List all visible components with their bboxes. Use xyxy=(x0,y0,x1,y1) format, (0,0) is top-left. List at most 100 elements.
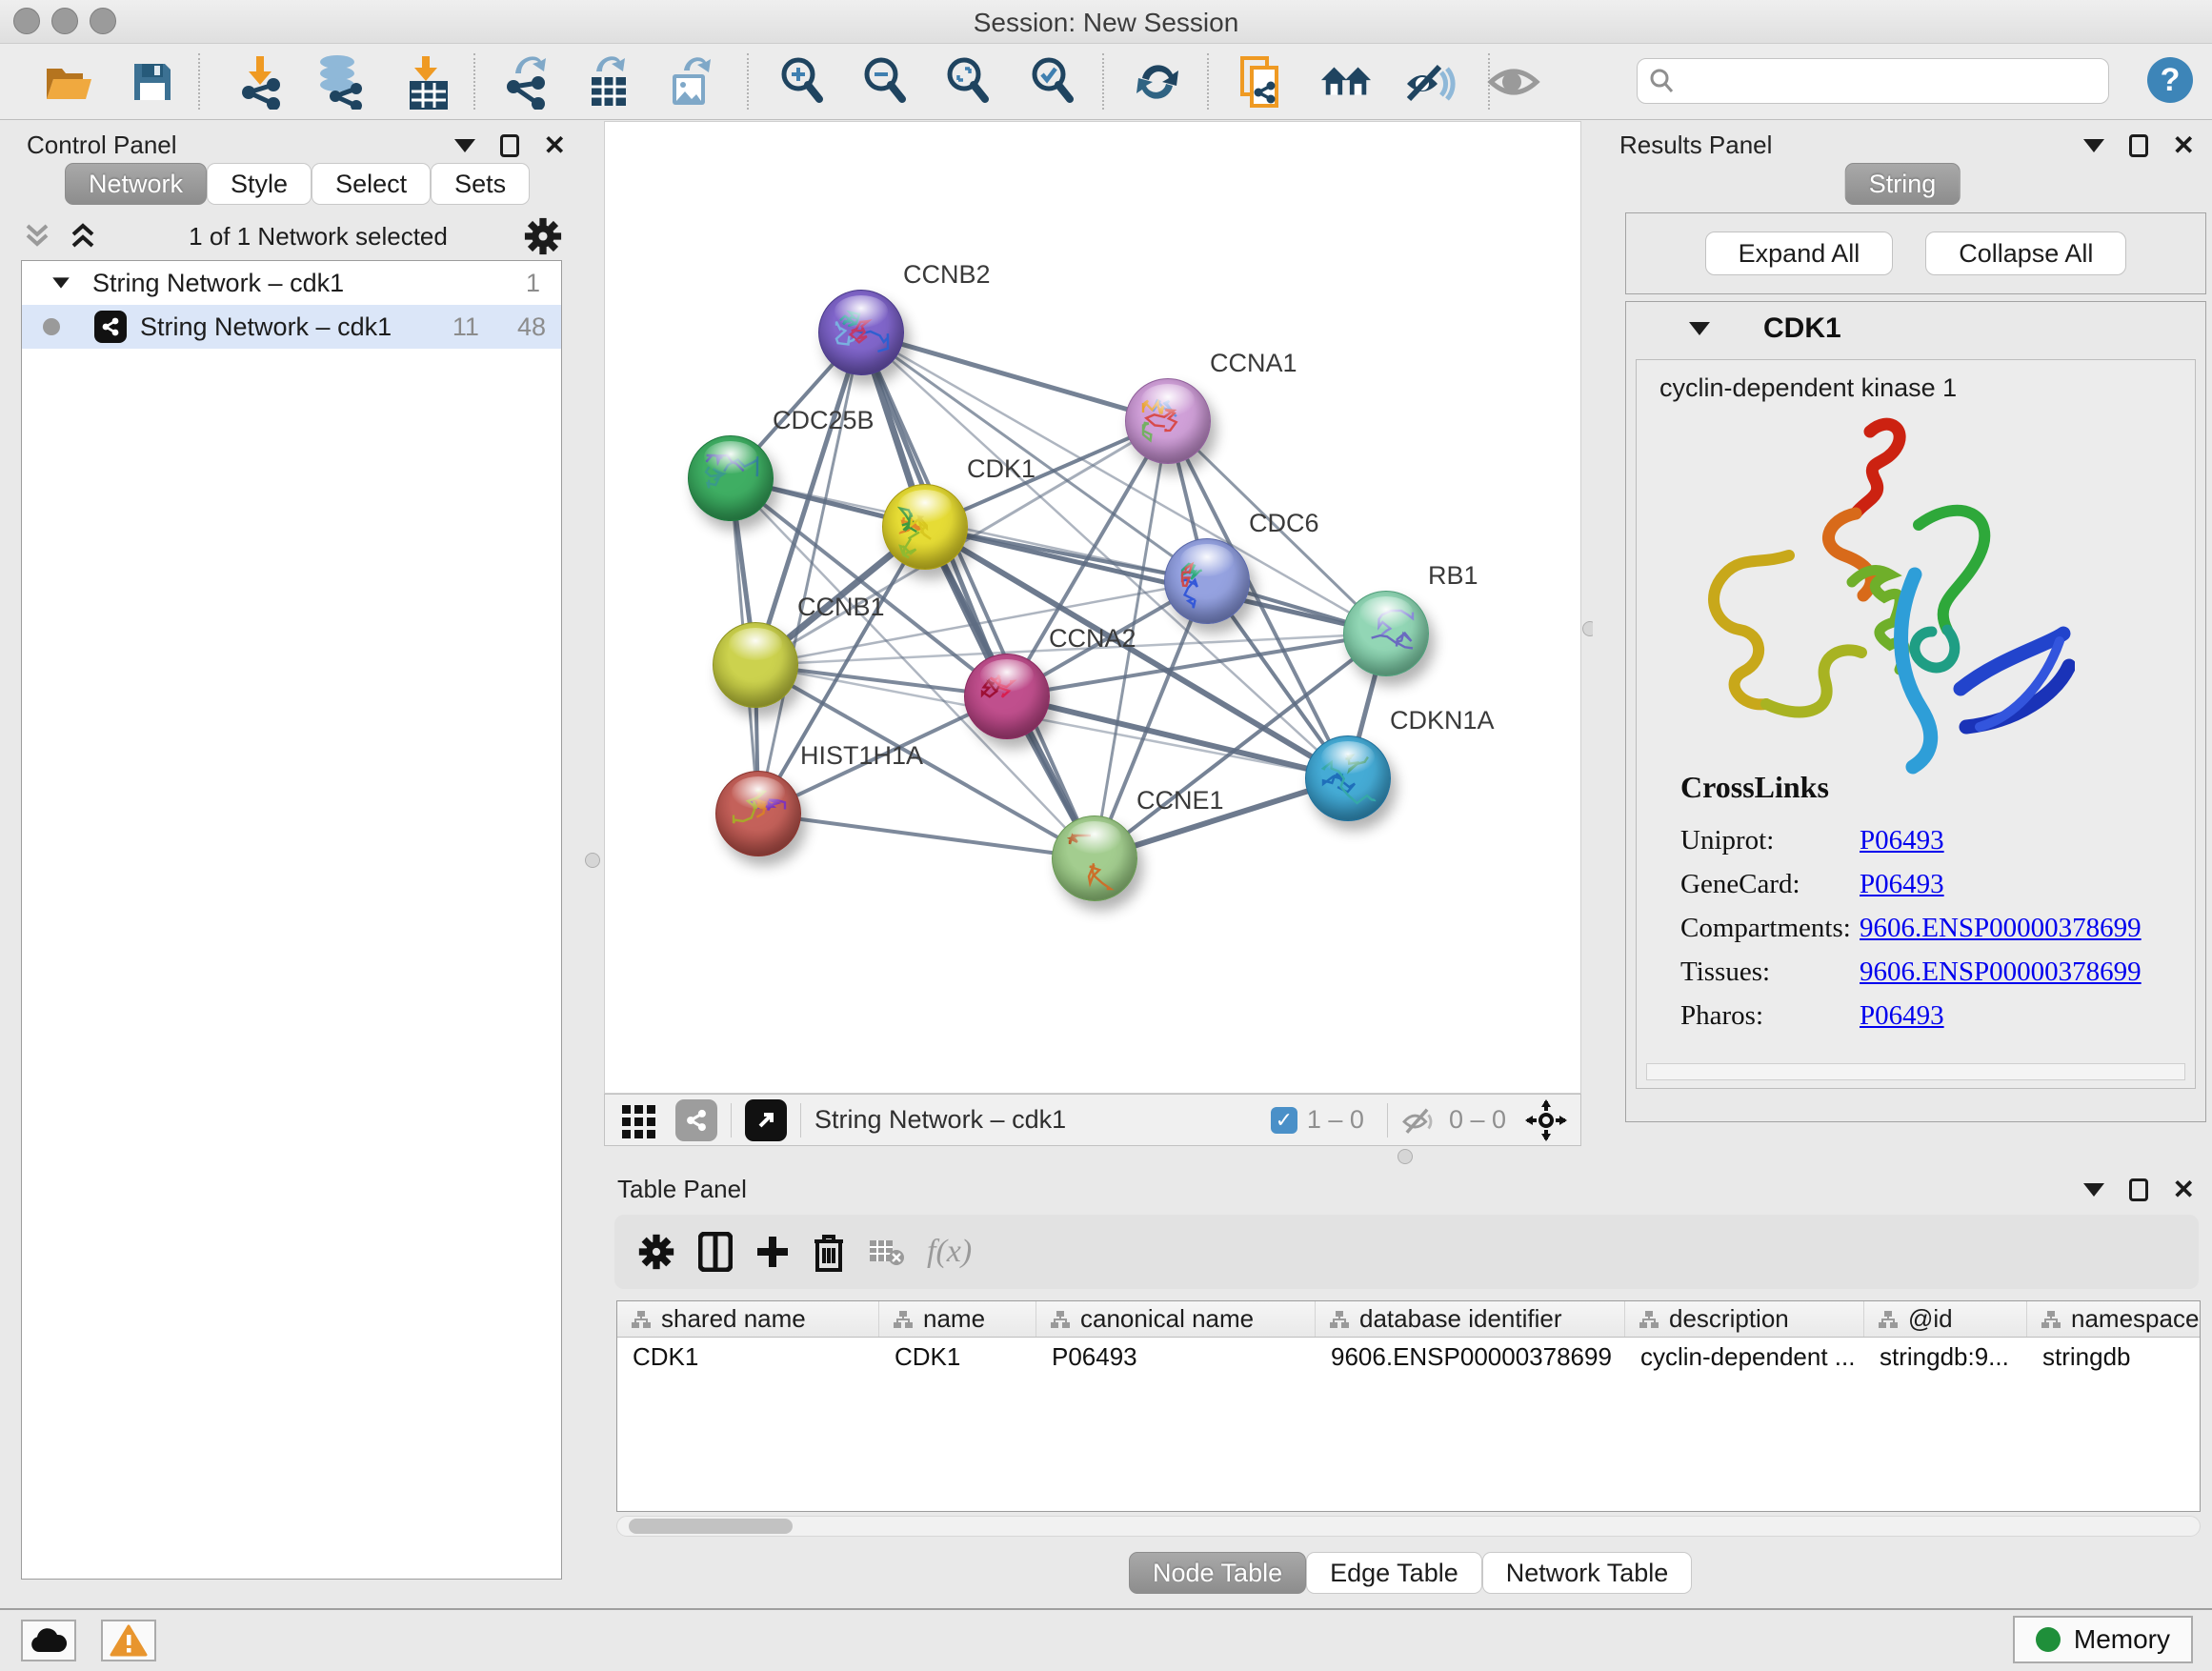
node-CDK1[interactable] xyxy=(882,484,968,570)
column-header-sharedname[interactable]: shared name xyxy=(617,1301,879,1337)
table-cell[interactable]: CDK1 xyxy=(879,1338,1036,1376)
panel-menu-icon[interactable] xyxy=(454,139,475,152)
tab-network-table[interactable]: Network Table xyxy=(1482,1552,1693,1594)
export-network-icon[interactable] xyxy=(500,55,553,109)
export-table-icon[interactable] xyxy=(582,55,635,109)
scrollbar-thumb[interactable] xyxy=(629,1519,793,1534)
edge-CCNB2-RB1[interactable] xyxy=(861,332,1386,634)
show-columns-icon[interactable] xyxy=(698,1232,733,1272)
node-CCNA2[interactable] xyxy=(964,654,1050,739)
table-row[interactable]: CDK1CDK1P064939606.ENSP00000378699cyclin… xyxy=(617,1338,2200,1376)
node-CCNE1[interactable] xyxy=(1052,815,1137,901)
expand-all-icon[interactable] xyxy=(67,222,99,251)
column-header-name[interactable]: name xyxy=(879,1301,1036,1337)
column-header-description[interactable]: description xyxy=(1625,1301,1864,1337)
tab-network[interactable]: Network xyxy=(65,163,207,205)
close-panel-icon[interactable]: ✕ xyxy=(544,134,566,157)
zoom-in-icon[interactable] xyxy=(775,55,829,109)
home-icon[interactable] xyxy=(1319,55,1373,109)
detach-view-icon[interactable] xyxy=(745,1099,787,1141)
float-panel-icon[interactable] xyxy=(2129,1178,2148,1201)
refresh-icon[interactable] xyxy=(1131,55,1184,109)
column-header-databaseidentifier[interactable]: database identifier xyxy=(1316,1301,1625,1337)
crosslink-row: Uniprot:P06493 xyxy=(1680,818,2142,862)
node-CCNA1[interactable] xyxy=(1125,378,1211,464)
show-all-icon[interactable] xyxy=(1487,55,1540,109)
network-canvas[interactable]: CCNB2CCNA1CDC25BCDK1CDC6RB1CCNB1CCNA2CDK… xyxy=(604,121,1581,1094)
protein-disclosure-icon[interactable] xyxy=(1689,322,1710,335)
node-RB1[interactable] xyxy=(1343,591,1429,676)
table-cell[interactable]: stringdb xyxy=(2027,1338,2201,1376)
table-cell[interactable]: P06493 xyxy=(1036,1338,1316,1376)
network-row[interactable]: String Network – cdk1 11 48 xyxy=(22,305,561,349)
cloud-status-button[interactable] xyxy=(21,1620,76,1661)
close-panel-icon[interactable]: ✕ xyxy=(2173,134,2195,157)
copy-network-icon[interactable] xyxy=(1235,55,1288,109)
collapse-all-button[interactable]: Collapse All xyxy=(1925,232,2126,275)
grid-view-icon[interactable] xyxy=(620,1101,658,1139)
node-CCNB2[interactable] xyxy=(818,290,904,375)
tab-sets[interactable]: Sets xyxy=(431,163,530,205)
panel-menu-icon[interactable] xyxy=(2083,139,2104,152)
crosslink-link[interactable]: 9606.ENSP00000378699 xyxy=(1860,956,2142,988)
open-session-icon[interactable] xyxy=(42,55,95,109)
column-header-id[interactable]: @id xyxy=(1864,1301,2027,1337)
network-badge-icon[interactable] xyxy=(675,1099,717,1141)
left-splitter-handle[interactable] xyxy=(585,853,600,868)
import-table-icon[interactable] xyxy=(401,55,454,109)
tab-node-table[interactable]: Node Table xyxy=(1129,1552,1306,1594)
tab-style[interactable]: Style xyxy=(207,163,312,205)
node-CDC25B[interactable] xyxy=(688,435,774,521)
selected-checkbox-icon[interactable]: ✓ xyxy=(1271,1107,1297,1134)
tab-edge-table[interactable]: Edge Table xyxy=(1306,1552,1482,1594)
horizontal-splitter-handle[interactable] xyxy=(1398,1149,1413,1164)
import-database-icon[interactable] xyxy=(313,55,367,109)
node-HIST1H1A[interactable] xyxy=(715,771,801,856)
export-image-icon[interactable] xyxy=(665,55,718,109)
help-icon[interactable]: ? xyxy=(2147,57,2193,103)
node-CDC6[interactable] xyxy=(1164,538,1250,624)
search-input[interactable] xyxy=(1683,62,2097,100)
table-cell[interactable]: CDK1 xyxy=(617,1338,879,1376)
crosslink-link[interactable]: 9606.ENSP00000378699 xyxy=(1860,913,2142,944)
delete-column-icon[interactable] xyxy=(813,1232,845,1272)
expand-all-button[interactable]: Expand All xyxy=(1705,232,1894,275)
zoom-out-icon[interactable] xyxy=(858,55,912,109)
import-network-icon[interactable] xyxy=(233,55,287,109)
edge-CCNB2-CCNA1[interactable] xyxy=(861,332,1168,421)
float-panel-icon[interactable] xyxy=(2129,134,2148,157)
table-cell[interactable]: 9606.ENSP00000378699 xyxy=(1316,1338,1625,1376)
hide-selected-icon[interactable] xyxy=(1403,55,1457,109)
zoom-selected-icon[interactable] xyxy=(1026,55,1079,109)
memory-button[interactable]: Memory xyxy=(2013,1616,2193,1663)
float-panel-icon[interactable] xyxy=(500,134,519,157)
edge-HIST1H1A-CCNE1[interactable] xyxy=(758,814,1095,858)
crosslink-link[interactable]: P06493 xyxy=(1860,869,1944,900)
results-scrollbar[interactable] xyxy=(1646,1063,2185,1080)
table-cell[interactable]: cyclin-dependent ... xyxy=(1625,1338,1864,1376)
save-session-icon[interactable] xyxy=(126,55,179,109)
zoom-fit-icon[interactable] xyxy=(941,55,995,109)
panel-menu-icon[interactable] xyxy=(2083,1183,2104,1197)
collection-disclosure-icon[interactable] xyxy=(52,277,70,288)
collapse-all-icon[interactable] xyxy=(21,222,53,251)
network-collection-row[interactable]: String Network – cdk1 1 xyxy=(22,261,561,305)
table-cell[interactable]: stringdb:9... xyxy=(1864,1338,2027,1376)
birdseye-navigator-icon[interactable] xyxy=(1525,1099,1567,1141)
column-header-canonicalname[interactable]: canonical name xyxy=(1036,1301,1316,1337)
table-settings-gear-icon[interactable] xyxy=(637,1233,675,1271)
protein-header[interactable]: CDK1 xyxy=(1626,302,2205,355)
node-CDKN1A[interactable] xyxy=(1305,735,1391,821)
add-column-icon[interactable] xyxy=(755,1235,790,1269)
tab-select[interactable]: Select xyxy=(312,163,431,205)
close-panel-icon[interactable]: ✕ xyxy=(2173,1178,2195,1201)
crosslink-link[interactable]: P06493 xyxy=(1860,825,1944,856)
table-horizontal-scrollbar[interactable] xyxy=(616,1516,2201,1537)
network-options-gear-icon[interactable] xyxy=(524,217,562,255)
crosslink-link[interactable]: P06493 xyxy=(1860,1000,1944,1032)
column-header-namespace[interactable]: namespace xyxy=(2027,1301,2201,1337)
warning-button[interactable] xyxy=(101,1620,156,1661)
edge-CCNB2-CCNE1[interactable] xyxy=(861,332,1095,858)
node-CCNB1[interactable] xyxy=(713,622,798,708)
tab-string[interactable]: String xyxy=(1845,163,1961,205)
